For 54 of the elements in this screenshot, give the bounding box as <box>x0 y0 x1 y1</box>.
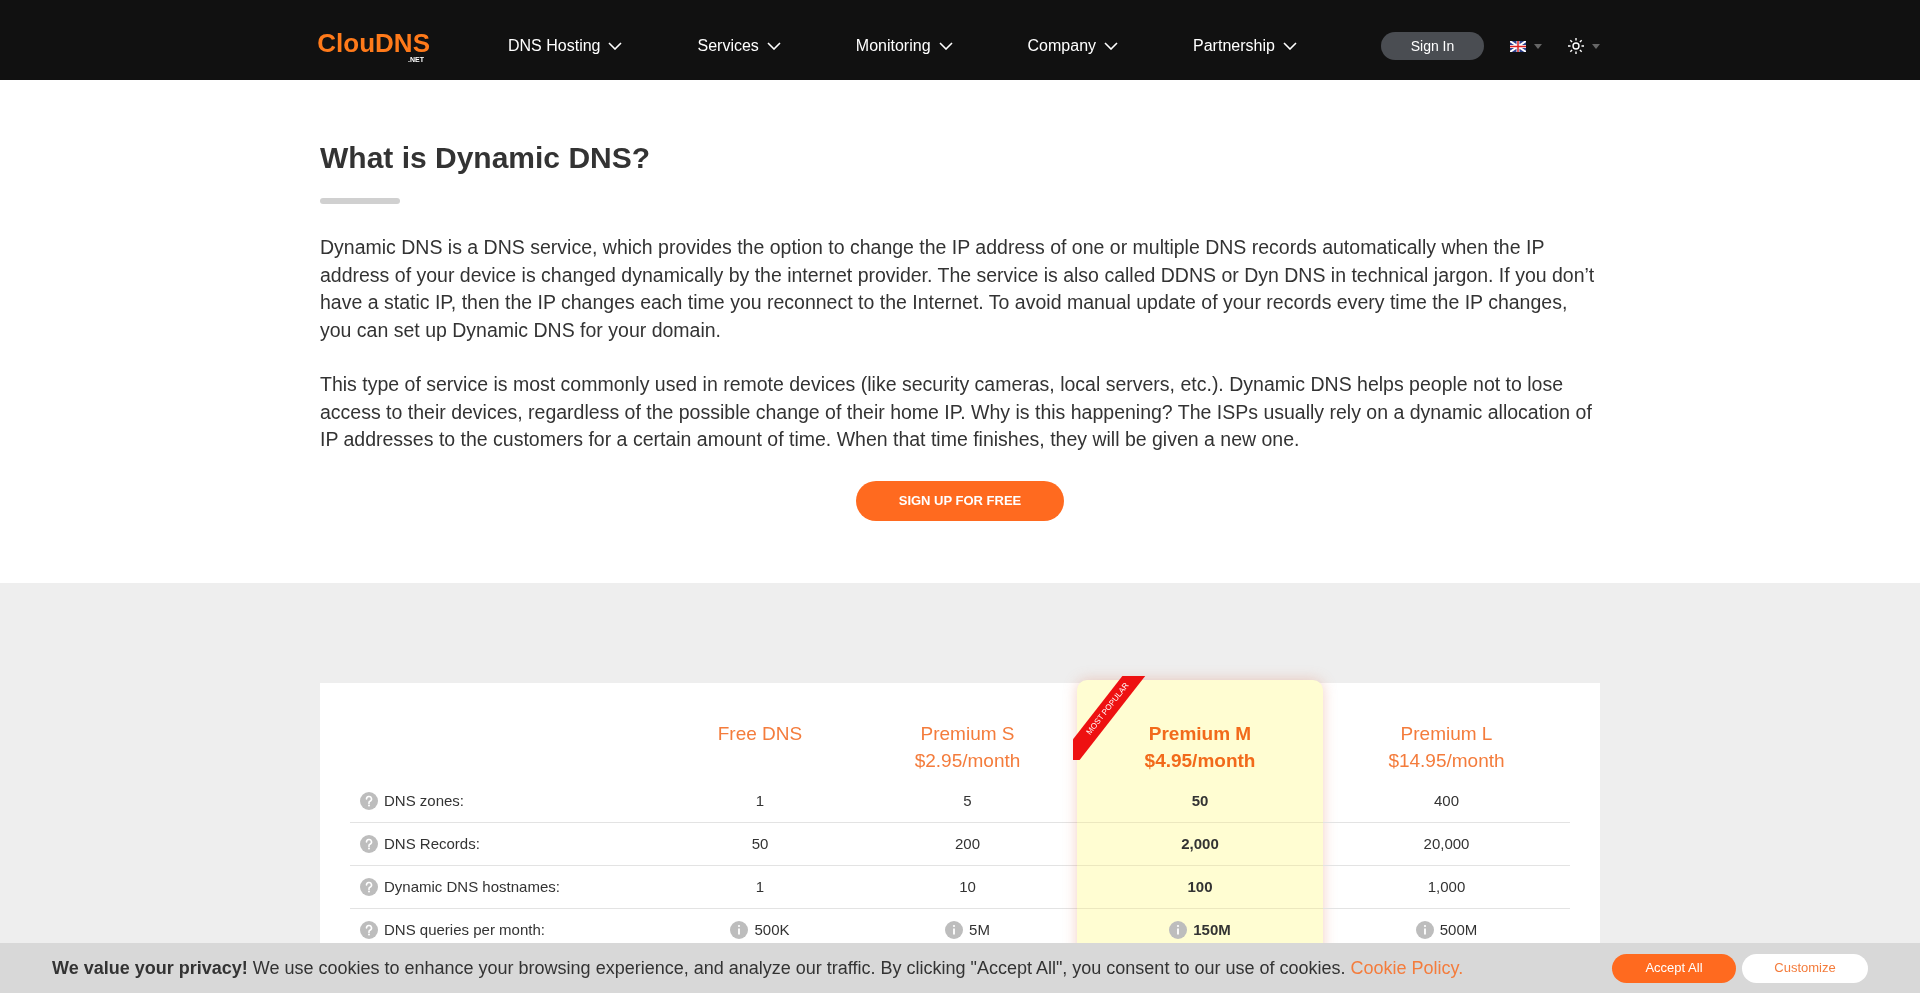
table-cell-text: 1 <box>755 876 765 897</box>
nav-menu-item[interactable]: Company <box>1027 34 1119 58</box>
help-icon[interactable] <box>360 835 378 853</box>
nav-menu-item[interactable]: Monitoring <box>855 34 953 58</box>
table-cell-text: 400 <box>1434 790 1459 811</box>
chevron-down-icon <box>1282 42 1297 50</box>
sign-in-button[interactable]: Sign In <box>1381 32 1484 60</box>
chevron-down-icon <box>1104 42 1119 50</box>
feature-label: DNS Records: <box>384 833 480 854</box>
chevron-down-icon <box>608 42 623 50</box>
page-title: What is Dynamic DNS? <box>320 140 652 176</box>
table-cell-text: 50 <box>1191 790 1209 811</box>
info-icon[interactable] <box>1169 921 1188 939</box>
chevron-down-icon <box>766 42 781 50</box>
info-icon[interactable] <box>730 921 749 939</box>
info-icon[interactable] <box>945 921 964 939</box>
cookie-message: We value your privacy! We use cookies to enhance your browsing experience, and analyze our traffic. By clicking "Accept All", you consent to our use of cookies. Cookie Policy. <box>52 956 1464 980</box>
table-cell-text: 2,000 <box>1181 833 1219 854</box>
help-icon[interactable] <box>360 792 378 810</box>
table-cell-text: 1 <box>755 790 765 811</box>
plan-name: Free DNS <box>717 722 803 746</box>
plan-price: $14.95/month <box>1388 749 1505 773</box>
table-cell-text: 5M <box>969 919 990 940</box>
table-cell-text: 150M <box>1193 919 1231 940</box>
table-cell-text: 200 <box>955 833 980 854</box>
theme-sun-icon[interactable] <box>1568 38 1584 54</box>
help-icon[interactable] <box>360 921 378 939</box>
flag-icon[interactable] <box>1510 40 1526 52</box>
plan-price: $4.95/month <box>1144 749 1256 773</box>
table-cell-text: 20,000 <box>1423 833 1470 854</box>
plan-name: Premium M <box>1148 722 1252 746</box>
plan-name: Premium S <box>920 722 1015 746</box>
table-cell-text: 500K <box>754 919 790 940</box>
table-cell-text: 100 <box>1187 876 1213 897</box>
table-cell-text: 500M <box>1439 919 1478 940</box>
chevron-down-icon <box>938 42 953 50</box>
info-icon[interactable] <box>1415 921 1434 939</box>
help-icon[interactable] <box>360 878 378 896</box>
plan-price: $2.95/month <box>914 749 1021 773</box>
table-cell-text: 50 <box>751 833 769 854</box>
feature-label: Dynamic DNS hostnames: <box>384 876 560 897</box>
table-cell-text: 5 <box>963 790 972 811</box>
body-paragraph: This type of service is most commonly used in remote devices (like security cameras, local servers, etc.). Dynamic DNS helps people not to lose access to their devices, regardless of the possible change of their home IP. Why is this happening? The ISPs usually rely on a dynamic allocation of IP addresses to the customers for a certain amount of time. When that time finishes, they will be given a new one. <box>320 372 1593 452</box>
body-paragraph: Dynamic DNS is a DNS service, which provides the option to change the IP address of one or multiple DNS records automatically when the IP address of your device is changed dynamically by the internet provider. The service is also called DDNS or Dyn DNS in technical jargon. If you don’t have a static IP, then the IP changes each time you reconnect to the Internet. To avoid manual update of your records every time the IP changes, you can set up Dynamic DNS for your domain. <box>320 235 1596 343</box>
nav-menu-item[interactable]: Services <box>697 34 781 58</box>
feature-label: DNS zones: <box>384 790 465 811</box>
nav-menu-item[interactable]: Partnership <box>1193 34 1297 58</box>
feature-label: DNS queries per month: <box>384 919 545 940</box>
table-cell-text: 1,000 <box>1427 876 1466 897</box>
nav-menu-item[interactable]: DNS Hosting <box>508 34 623 58</box>
plan-name: Premium L <box>1400 722 1493 746</box>
caret-icon <box>1534 43 1542 49</box>
table-cell-text: 10 <box>959 876 976 897</box>
caret-icon <box>1592 43 1600 49</box>
